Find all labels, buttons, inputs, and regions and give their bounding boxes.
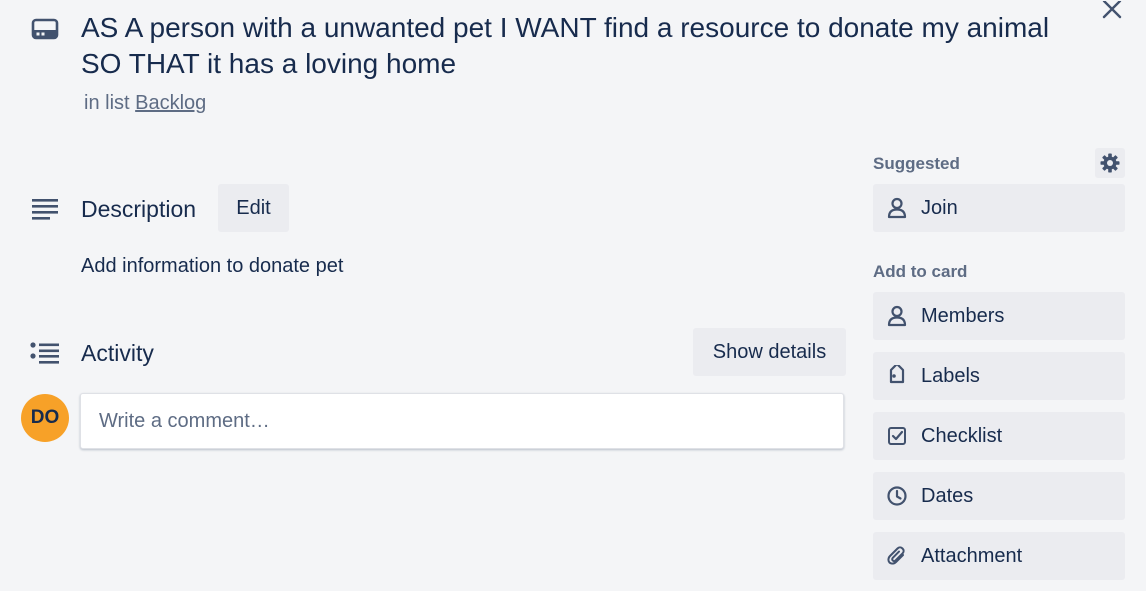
show-details-button[interactable]: Show details [693,328,846,376]
avatar[interactable]: DO [21,394,69,442]
edit-description-button[interactable]: Edit [218,184,289,232]
members-button[interactable]: Members [873,292,1125,340]
tag-icon [885,364,909,388]
members-label: Members [921,304,1005,327]
join-label: Join [921,196,958,219]
attachment-label: Attachment [921,544,1023,567]
description-heading: Description [81,196,197,222]
checkbox-icon [885,424,909,448]
dates-label: Dates [921,484,974,507]
suggested-settings-button[interactable] [1095,148,1125,178]
card-icon [30,14,60,44]
paperclip-icon [885,544,909,568]
join-button[interactable]: Join [873,184,1125,232]
list-breadcrumb: in list Backlog [84,92,206,115]
activity-icon [29,338,61,370]
attachment-button[interactable]: Attachment [873,532,1125,580]
description-text[interactable]: Add information to donate pet [81,255,343,278]
description-icon [29,194,61,226]
person-icon [885,304,909,328]
suggested-label: Suggested [873,154,960,173]
person-icon [885,196,909,220]
add-to-card-label: Add to card [873,262,968,281]
labels-button[interactable]: Labels [873,352,1125,400]
list-link[interactable]: Backlog [135,92,206,114]
list-prefix: in list [84,92,130,114]
checklist-label: Checklist [921,424,1003,447]
close-icon [1102,1,1122,19]
close-button[interactable] [1096,0,1128,20]
activity-heading: Activity [81,340,154,366]
dates-button[interactable]: Dates [873,472,1125,520]
gear-icon [1100,153,1120,173]
card-title[interactable]: AS A person with a unwanted pet I WANT f… [81,10,1071,82]
checklist-button[interactable]: Checklist [873,412,1125,460]
labels-label: Labels [921,364,980,387]
comment-input[interactable] [80,393,844,449]
clock-icon [885,484,909,508]
